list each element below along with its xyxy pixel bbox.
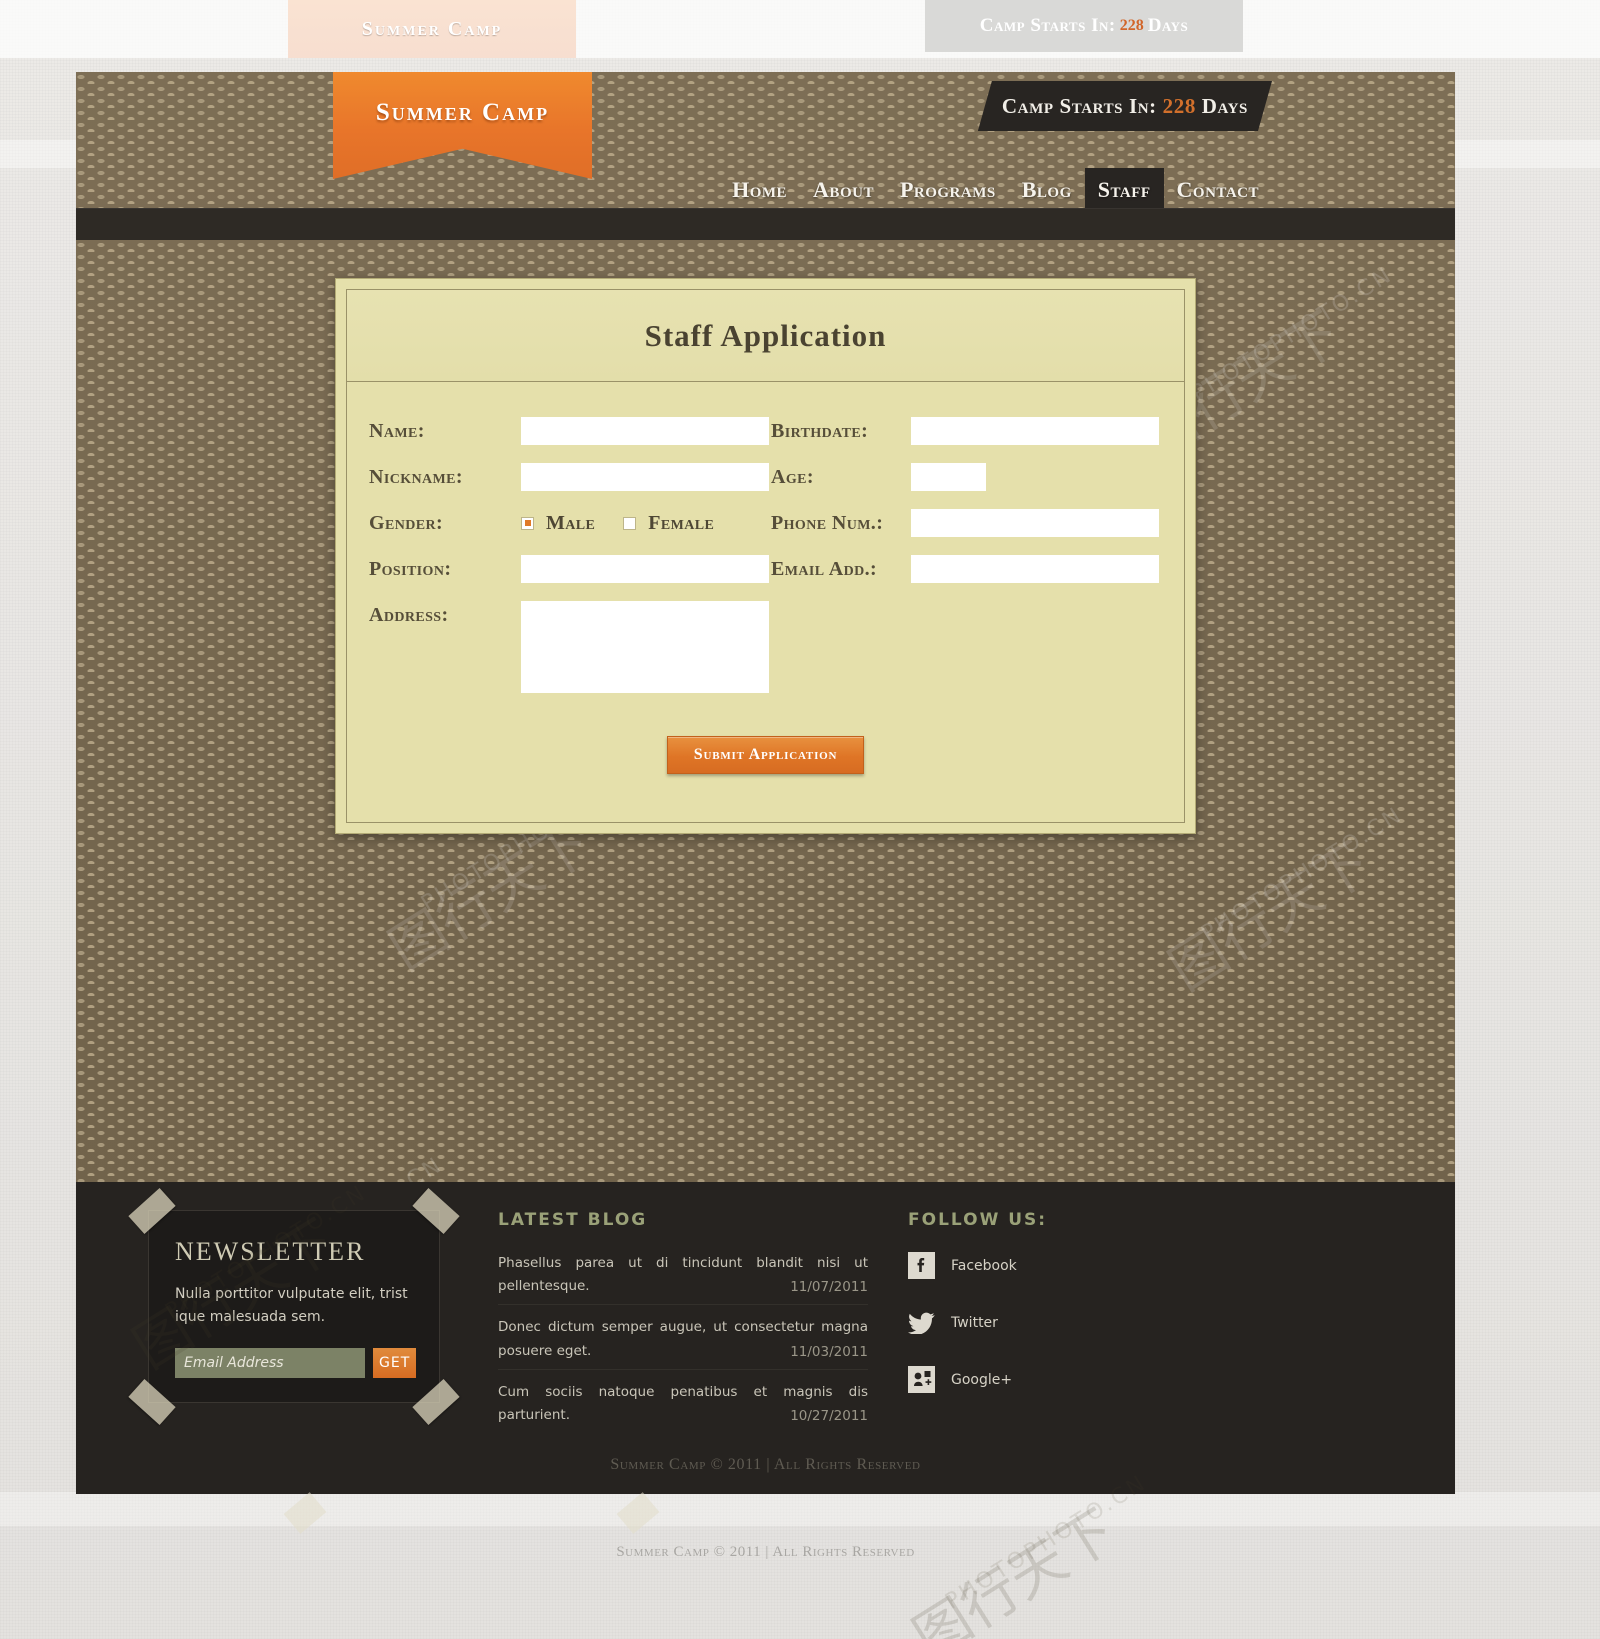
- page-canvas: Summer Camp Camp Starts In: 228 Days 图行天…: [0, 0, 1600, 1639]
- gender-radio-female[interactable]: [623, 516, 637, 530]
- nav-item-staff[interactable]: Staff: [1084, 168, 1164, 212]
- preview-countdown-suffix: Days: [1147, 15, 1189, 36]
- birthdate-input[interactable]: [911, 417, 1159, 445]
- canvas-band-top: [0, 0, 1600, 58]
- panel-body: Name: Birthdate: Nickname: Age: Gender: …: [347, 382, 1184, 822]
- name-input[interactable]: [521, 417, 769, 445]
- blog-list-item[interactable]: Cum sociis natoque penatibus et magnis d…: [498, 1381, 868, 1433]
- social-label-twitter: Twitter: [951, 1314, 998, 1331]
- blog-list-item[interactable]: Donec dictum semper augue, ut consectetu…: [498, 1316, 868, 1370]
- twitter-icon: [908, 1309, 935, 1336]
- nav-item-programs[interactable]: Programs: [887, 168, 1009, 212]
- newsletter-email-input[interactable]: [175, 1348, 365, 1379]
- preview-tape-left-icon: [283, 1492, 327, 1534]
- field-phone-cell: [911, 500, 1161, 537]
- newsletter-form: GET: [175, 1348, 417, 1379]
- staff-application-panel: Staff Application Name: Birthdate: Nickn…: [335, 278, 1196, 834]
- gender-radio-group: Male Female: [521, 500, 771, 546]
- field-name-cell: [521, 408, 771, 445]
- social-link-facebook[interactable]: Facebook: [908, 1252, 1208, 1279]
- position-input[interactable]: [521, 555, 769, 583]
- countdown-days: 228: [1162, 93, 1196, 118]
- preview-footer: Summer Camp © 2011 | All Rights Reserved: [76, 1492, 1455, 1639]
- social-label-facebook: Facebook: [951, 1257, 1017, 1274]
- countdown-prefix: Camp Starts In:: [1001, 93, 1157, 118]
- label-nickname: Nickname:: [369, 466, 463, 488]
- label-age: Age:: [771, 466, 814, 488]
- field-nickname-cell: [521, 454, 771, 491]
- gender-label-female: Female: [648, 512, 715, 534]
- countdown-text: Camp Starts In: 228 Days: [1002, 94, 1248, 119]
- field-position-cell: [521, 546, 771, 583]
- nav-divider-bar: [76, 208, 1455, 240]
- newsletter-box: NEWSLETTER Nulla porttitor vulputate eli…: [128, 1188, 460, 1426]
- nickname-input[interactable]: [521, 463, 769, 491]
- logo-text: Summer Camp: [375, 99, 550, 126]
- footer-follow-column: FOLLOW US: Facebook Twitter Google+: [908, 1210, 1208, 1444]
- age-input[interactable]: [911, 463, 986, 491]
- label-email: Email Add.:: [771, 558, 878, 580]
- tape-bottom-right-icon: [412, 1379, 460, 1426]
- newsletter-title: NEWSLETTER: [175, 1237, 366, 1266]
- preview-logo-tab: Summer Camp: [288, 0, 576, 58]
- nav-item-home[interactable]: Home: [719, 168, 800, 212]
- field-address-cell: [521, 592, 771, 693]
- googleplus-icon: [908, 1366, 935, 1393]
- gender-radio-male[interactable]: [521, 516, 534, 530]
- nav-item-blog[interactable]: Blog: [1009, 168, 1085, 212]
- social-link-googleplus[interactable]: Google+: [908, 1366, 1208, 1393]
- phone-input[interactable]: [911, 509, 1159, 537]
- footer-columns: NEWSLETTER Nulla porttitor vulputate eli…: [76, 1182, 1455, 1444]
- facebook-icon: [908, 1252, 935, 1279]
- social-link-twitter[interactable]: Twitter: [908, 1309, 1208, 1336]
- social-label-googleplus: Google+: [951, 1371, 1013, 1388]
- label-birthdate: Birthdate:: [771, 420, 869, 442]
- application-form: Name: Birthdate: Nickname: Age: Gender: …: [369, 408, 1162, 693]
- label-address: Address:: [369, 604, 449, 626]
- footer-copyright: Summer Camp © 2011 | All Rights Reserved: [610, 1456, 921, 1473]
- panel-inner-border: Staff Application Name: Birthdate: Nickn…: [346, 289, 1185, 823]
- address-textarea[interactable]: [521, 601, 769, 693]
- newsletter-description: Nulla porttitor vulputate elit, trist iq…: [175, 1286, 408, 1325]
- site-shot: 图行天下 PHOTOPHOTO.CN 图行天下 PHOTOPHOTO.CN 图行…: [76, 72, 1455, 1494]
- main-navigation: Home About Programs Blog Staff Contact: [719, 168, 1272, 212]
- nav-item-contact[interactable]: Contact: [1164, 168, 1272, 212]
- countdown-suffix: Days: [1201, 93, 1248, 118]
- label-position: Position:: [369, 558, 452, 580]
- site-footer: NEWSLETTER Nulla porttitor vulputate eli…: [76, 1182, 1455, 1494]
- submit-row: Submit Application: [347, 736, 1184, 774]
- newsletter-get-button[interactable]: GET: [373, 1348, 417, 1379]
- preview-countdown: Camp Starts In: 228 Days: [925, 0, 1243, 52]
- label-name: Name:: [369, 420, 425, 442]
- label-gender: Gender:: [369, 512, 444, 534]
- tape-top-left-icon: [128, 1188, 176, 1234]
- logo-ribbon[interactable]: Summer Camp: [333, 72, 592, 179]
- panel-header: Staff Application: [347, 290, 1184, 382]
- preview-logo-text: Summer Camp: [361, 17, 503, 40]
- email-input[interactable]: [911, 555, 1159, 583]
- follow-heading: FOLLOW US:: [908, 1210, 1048, 1230]
- preview-tape-right-icon: [616, 1492, 660, 1534]
- label-phone: Phone Num.:: [771, 512, 884, 534]
- submit-application-button[interactable]: Submit Application: [666, 736, 865, 774]
- tape-top-right-icon: [412, 1188, 460, 1234]
- tape-bottom-left-icon: [128, 1379, 176, 1426]
- preview-countdown-prefix: Camp Starts In:: [979, 15, 1116, 36]
- preview-countdown-days: 228: [1119, 17, 1144, 34]
- page-title: Staff Application: [644, 317, 887, 353]
- blog-list-item[interactable]: Phasellus parea ut di tincidunt blandit …: [498, 1252, 868, 1306]
- field-email-cell: [911, 546, 1161, 583]
- countdown-banner: Camp Starts In: 228 Days: [978, 81, 1272, 131]
- footer-newsletter-column: NEWSLETTER Nulla porttitor vulputate eli…: [128, 1188, 466, 1444]
- nav-item-about[interactable]: About: [800, 168, 887, 212]
- field-birthdate-cell: [911, 408, 1161, 445]
- field-age-cell: [911, 454, 1161, 491]
- field-gender-cell: Male Female: [521, 500, 771, 546]
- footer-blog-column: LATEST BLOG Phasellus parea ut di tincid…: [498, 1210, 868, 1444]
- gender-label-male: Male: [546, 512, 596, 534]
- blog-heading: LATEST BLOG: [498, 1210, 648, 1230]
- preview-copyright: Summer Camp © 2011 | All Rights Reserved: [616, 1544, 915, 1560]
- site-header: Summer Camp Camp Starts In: 228 Days Hom…: [76, 72, 1455, 212]
